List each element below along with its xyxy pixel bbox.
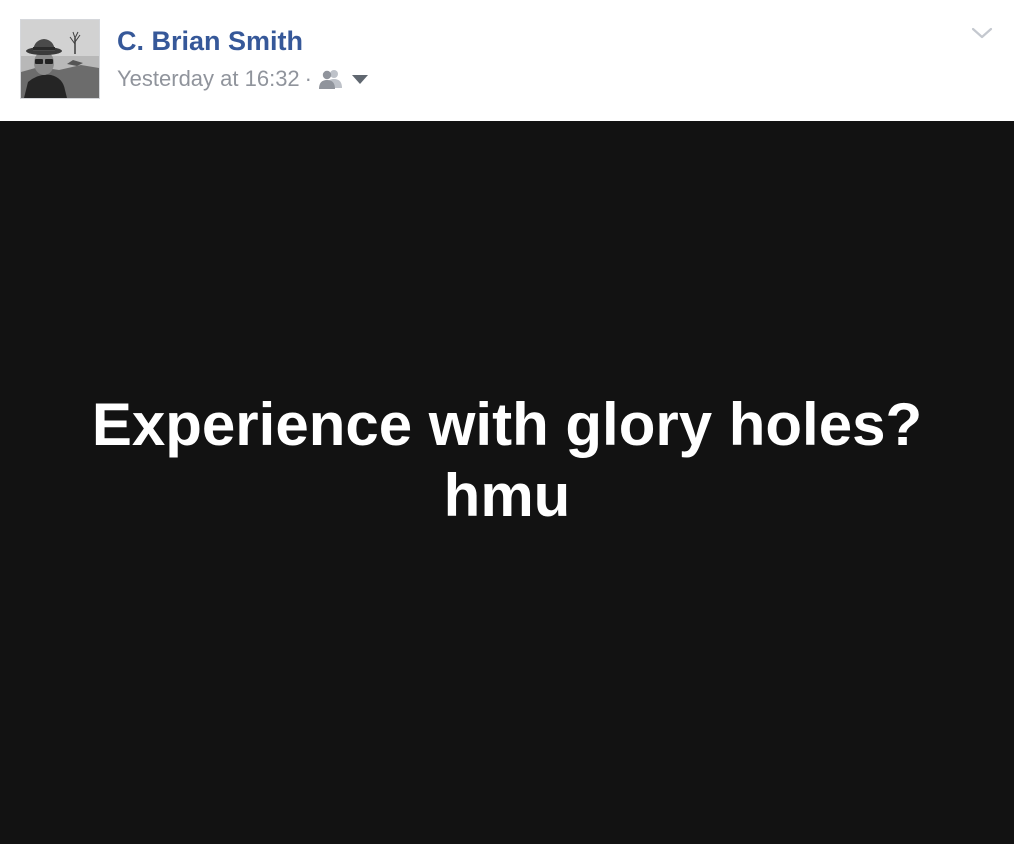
post-timestamp[interactable]: Yesterday at 16:32 [117, 64, 300, 94]
caret-down-icon[interactable] [352, 74, 368, 84]
author-name-link[interactable]: C. Brian Smith [117, 24, 303, 58]
meta-separator: · [304, 66, 312, 91]
facebook-post: C. Brian Smith Yesterday at 16:32 · Expe… [0, 0, 1014, 844]
status-background-card: Experience with glory holes? hmu [0, 121, 1014, 844]
author-avatar[interactable] [20, 19, 100, 99]
chevron-down-icon[interactable] [970, 24, 994, 42]
post-meta: Yesterday at 16:32 · [117, 64, 368, 94]
friends-icon[interactable] [318, 68, 344, 90]
post-header: C. Brian Smith Yesterday at 16:32 · [0, 0, 1014, 121]
post-status-text: Experience with glory holes? hmu [91, 391, 923, 529]
profile-photo [21, 20, 99, 98]
